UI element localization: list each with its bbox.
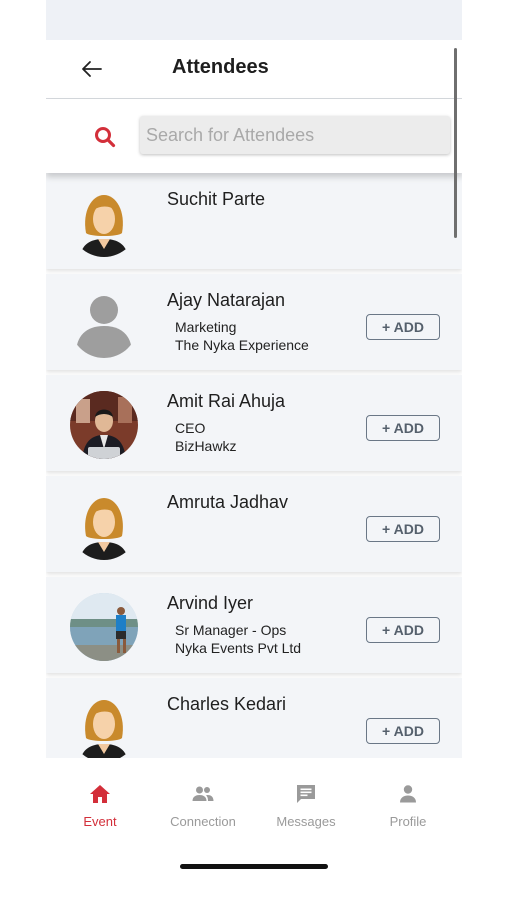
arrow-left-icon[interactable] [80, 57, 104, 81]
user-placeholder-icon [70, 290, 138, 358]
attendee-company: Nyka Events Pvt Ltd [175, 640, 302, 656]
attendee-company: The Nyka Experience [175, 337, 309, 353]
avatar [70, 391, 138, 459]
status-bar [46, 0, 462, 40]
scrollbar[interactable] [454, 48, 457, 238]
avatar [70, 189, 138, 257]
add-connection-button[interactable]: + ADD [366, 314, 440, 340]
app-screen: Attendees Suchit Parte [46, 0, 462, 900]
search-icon[interactable] [94, 126, 116, 148]
add-connection-button[interactable]: + ADD [366, 415, 440, 441]
attendee-company: BizHawkz [175, 438, 237, 454]
attendee-row[interactable]: Amruta Jadhav + ADD [46, 476, 462, 572]
nav-label: Profile [389, 814, 427, 829]
add-connection-button[interactable]: + ADD [366, 718, 440, 744]
home-icon [90, 785, 110, 803]
attendee-name: Charles Kedari [167, 694, 287, 714]
attendee-row[interactable]: Amit Rai Ahuja CEO BizHawkz + ADD [46, 375, 462, 471]
avatar [70, 290, 138, 358]
nav-label: Event [83, 814, 117, 829]
page-title: Attendees [172, 56, 269, 78]
avatar [70, 492, 138, 560]
home-indicator[interactable] [180, 864, 328, 869]
profile-photo [70, 391, 138, 459]
female-avatar-icon [70, 189, 138, 257]
nav-item-messages[interactable]: Messages [254, 782, 358, 829]
attendee-designation: Sr Manager - Ops [175, 622, 287, 638]
attendee-row[interactable]: Suchit Parte [46, 173, 462, 269]
app-header: Attendees [46, 40, 462, 99]
attendee-name: Arvind Iyer [167, 593, 254, 613]
nav-item-connection[interactable]: Connection [151, 782, 255, 829]
nav-item-event[interactable]: Event [48, 782, 152, 829]
nav-label: Messages [276, 814, 336, 829]
search-input[interactable] [140, 116, 450, 154]
profile-photo [70, 593, 138, 661]
nav-label: Connection [170, 814, 236, 829]
attendee-designation: Marketing [175, 319, 237, 335]
avatar [70, 694, 138, 758]
nav-item-profile[interactable]: Profile [356, 782, 460, 829]
attendee-name: Ajay Natarajan [167, 290, 286, 310]
attendee-row[interactable]: Arvind Iyer Sr Manager - Ops Nyka Events… [46, 577, 462, 673]
add-connection-button[interactable]: + ADD [366, 516, 440, 542]
female-avatar-icon [70, 492, 138, 560]
attendee-name: Suchit Parte [167, 189, 266, 209]
add-connection-button[interactable]: + ADD [366, 617, 440, 643]
bottom-navigation: Event Connection Messages Profile [46, 758, 462, 900]
person-icon [400, 785, 416, 803]
female-avatar-icon [70, 694, 138, 758]
avatar [70, 593, 138, 661]
search-bar [46, 99, 462, 173]
people-icon [192, 786, 214, 801]
attendee-name: Amruta Jadhav [167, 492, 289, 512]
attendee-row[interactable]: Charles Kedari + ADD [46, 678, 462, 758]
attendee-list: Suchit Parte Ajay Natarajan Marketing Th… [46, 173, 462, 758]
attendee-row[interactable]: Ajay Natarajan Marketing The Nyka Experi… [46, 274, 462, 370]
attendee-designation: CEO [175, 420, 206, 436]
attendee-name: Amit Rai Ahuja [167, 391, 286, 411]
message-icon [297, 785, 315, 803]
